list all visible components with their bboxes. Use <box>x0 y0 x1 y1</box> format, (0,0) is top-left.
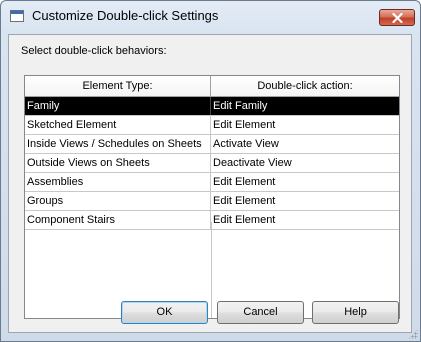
dialog-window-icon <box>10 10 24 22</box>
table-row[interactable]: Component Stairs Edit Element <box>25 211 399 230</box>
element-type-cell[interactable]: Family <box>25 97 211 115</box>
close-icon <box>391 12 403 23</box>
double-click-action-cell[interactable]: Edit Element <box>211 192 399 210</box>
double-click-action-cell[interactable]: Edit Element <box>211 211 399 229</box>
cancel-button[interactable]: Cancel <box>217 301 304 324</box>
table-row[interactable]: Assemblies Edit Element <box>25 173 399 192</box>
double-click-settings-grid[interactable]: Element Type: Double-click action: Famil… <box>24 75 400 319</box>
dialog-window: Customize Double-click Settings Select d… <box>0 0 421 342</box>
table-row[interactable]: Sketched Element Edit Element <box>25 116 399 135</box>
element-type-cell[interactable]: Outside Views on Sheets <box>25 154 211 172</box>
double-click-action-cell[interactable]: Activate View <box>211 135 399 153</box>
double-click-action-cell[interactable]: Deactivate View <box>211 154 399 172</box>
table-row[interactable]: Outside Views on Sheets Deactivate View <box>25 154 399 173</box>
double-click-action-cell[interactable]: Edit Element <box>211 116 399 134</box>
ok-button[interactable]: OK <box>121 301 208 324</box>
element-type-cell[interactable]: Inside Views / Schedules on Sheets <box>25 135 211 153</box>
table-row[interactable]: Groups Edit Element <box>25 192 399 211</box>
table-row[interactable]: Inside Views / Schedules on Sheets Activ… <box>25 135 399 154</box>
window-title: Customize Double-click Settings <box>32 8 219 23</box>
column-header-double-click-action[interactable]: Double-click action: <box>211 76 399 96</box>
element-type-cell[interactable]: Sketched Element <box>25 116 211 134</box>
table-row[interactable]: Family Edit Family <box>25 97 399 116</box>
element-type-cell[interactable]: Groups <box>25 192 211 210</box>
title-bar[interactable]: Customize Double-click Settings <box>1 1 420 31</box>
dialog-body: Select double-click behaviors: Element T… <box>8 34 412 333</box>
element-type-cell[interactable]: Assemblies <box>25 173 211 191</box>
double-click-action-cell[interactable]: Edit Element <box>211 173 399 191</box>
help-button[interactable]: Help <box>312 301 399 324</box>
instruction-label: Select double-click behaviors: <box>21 45 167 57</box>
element-type-cell[interactable]: Component Stairs <box>25 211 211 229</box>
close-button[interactable] <box>379 9 415 26</box>
double-click-action-cell[interactable]: Edit Family <box>211 97 399 115</box>
grid-header: Element Type: Double-click action: <box>25 76 399 97</box>
column-divider <box>211 222 212 318</box>
column-header-element-type[interactable]: Element Type: <box>25 76 211 96</box>
